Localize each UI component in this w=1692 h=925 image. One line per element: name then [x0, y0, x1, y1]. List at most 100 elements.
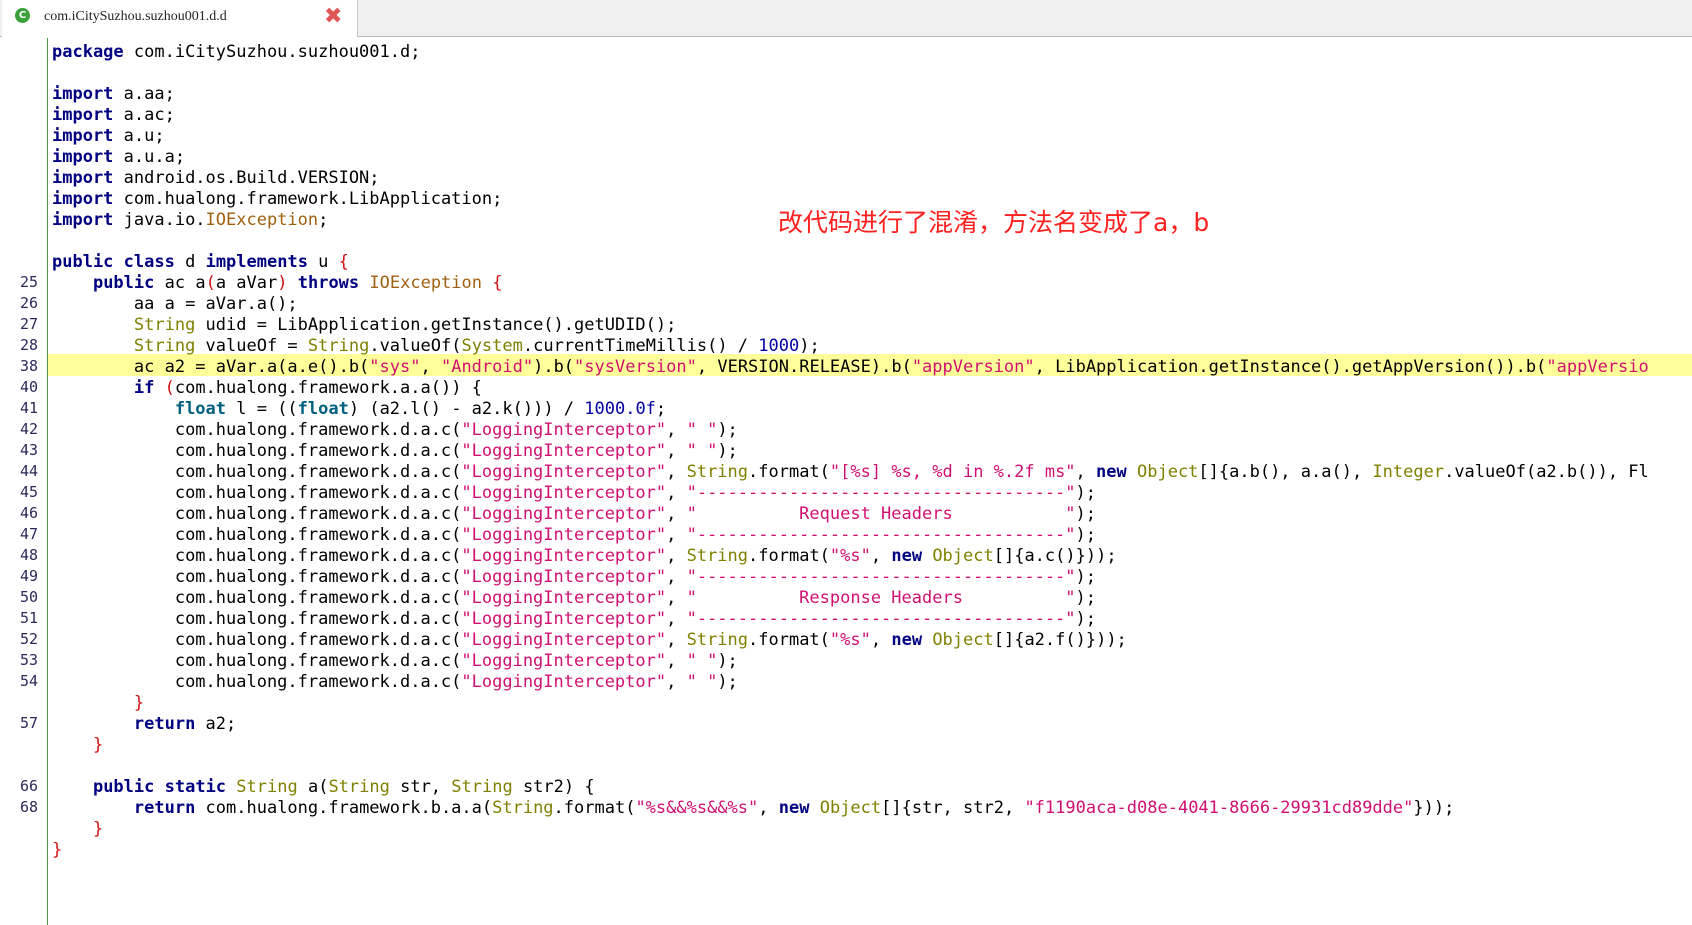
- code-text: com.hualong.framework.d.a.c(: [174, 588, 462, 608]
- line-number: 66: [19, 777, 38, 795]
- line-number: 52: [19, 630, 38, 648]
- close-icon[interactable]: ✖: [324, 4, 342, 29]
- code-text: , VERSION.RELEASE).b(: [696, 357, 912, 377]
- code-line-highlighted: ac a2 = aVar.a(a.e().b("sys", "Android")…: [133, 357, 1649, 377]
- string-literal: "appVersion": [911, 357, 1035, 377]
- string-literal: " Request Headers ": [686, 504, 1076, 524]
- type-name: Integer: [1372, 462, 1445, 482]
- string-literal: "LoggingInterceptor": [461, 504, 667, 524]
- line-number: 26: [19, 294, 38, 312]
- keyword: new: [1096, 462, 1127, 482]
- brace: }: [133, 693, 145, 713]
- code-text: ac a: [154, 273, 206, 293]
- keyword: return: [133, 714, 196, 734]
- code-line: com.hualong.framework.d.a.c("LoggingInte…: [174, 483, 1097, 503]
- string-literal: "LoggingInterceptor": [461, 630, 667, 650]
- string-literal: "LoggingInterceptor": [461, 672, 667, 692]
- code-editor[interactable]: 25 26 27 28 38 40 41 42 43 44 45 46 47 4…: [0, 38, 1692, 925]
- string-literal: "Android": [440, 357, 534, 377]
- code-line: import a.ac;: [52, 104, 1692, 126]
- code-text: }));: [1413, 798, 1455, 818]
- code-text: a.u.a;: [113, 147, 186, 167]
- code-text: a(: [297, 777, 329, 797]
- code-text: java.io.: [113, 210, 206, 230]
- code-line: public class d implements u {: [52, 251, 1692, 273]
- string-literal: "LoggingInterceptor": [461, 588, 667, 608]
- code-line: import android.os.Build.VERSION;: [52, 167, 1692, 189]
- code-line: String udid = LibApplication.getInstance…: [52, 314, 1692, 336]
- type-name: IOException: [205, 210, 319, 230]
- string-literal: "LoggingInterceptor": [461, 441, 667, 461]
- code-text: com.hualong.framework.d.a.c(: [174, 609, 462, 629]
- code-text: a.aa;: [113, 84, 175, 104]
- string-literal: "LoggingInterceptor": [461, 546, 667, 566]
- code-line: if (com.hualong.framework.a.a()) {: [133, 378, 482, 398]
- keyword: static: [164, 777, 227, 797]
- code-text: valueOf =: [195, 336, 308, 356]
- brace: {: [338, 252, 349, 272]
- code-line: com.hualong.framework.d.a.c("LoggingInte…: [174, 546, 1117, 566]
- type-name: System: [461, 336, 523, 356]
- code-line: aa a = aVar.a();: [52, 293, 1692, 315]
- line-number: 49: [19, 567, 38, 585]
- type-name: Object: [932, 630, 994, 650]
- code-line: com.hualong.framework.d.a.c("LoggingInte…: [174, 504, 1097, 524]
- code-line: com.hualong.framework.d.a.c("LoggingInte…: [174, 630, 1127, 650]
- code-text: str,: [389, 777, 452, 797]
- line-number: 40: [19, 378, 38, 396]
- keyword: public: [52, 252, 114, 272]
- line-number: 42: [19, 420, 38, 438]
- code-text: com.hualong.framework.d.a.c(: [174, 672, 462, 692]
- keyword: import: [52, 210, 114, 230]
- keyword: public: [92, 273, 155, 293]
- code-line: import a.aa;: [52, 83, 1692, 105]
- editor-tab-active[interactable]: C com.iCitySuzhou.suzhou001.d.d ✖: [2, 0, 358, 37]
- code-text: com.hualong.framework.d.a.c(: [174, 567, 462, 587]
- string-literal: "LoggingInterceptor": [461, 420, 667, 440]
- code-line: }: [52, 692, 1692, 714]
- string-literal: " ": [686, 672, 718, 692]
- keyword: import: [52, 147, 114, 167]
- number-literal: 1000.0f: [584, 399, 656, 419]
- string-literal: "LoggingInterceptor": [461, 483, 667, 503]
- line-number: 53: [19, 651, 38, 669]
- string-literal: "%s": [829, 546, 871, 566]
- keyword: public: [92, 777, 155, 797]
- code-text: []{a2.f()}));: [993, 630, 1127, 650]
- code-line: com.hualong.framework.d.a.c("LoggingInte…: [174, 525, 1097, 545]
- line-number: 50: [19, 588, 38, 606]
- type-name: String: [686, 630, 749, 650]
- code-line: return a2;: [52, 713, 1692, 735]
- type-name: String: [492, 798, 554, 818]
- string-literal: "LoggingInterceptor": [461, 651, 667, 671]
- string-literal: " ": [686, 651, 718, 671]
- line-number-gutter: 25 26 27 28 38 40 41 42 43 44 45 46 47 4…: [0, 38, 48, 925]
- type-name: String: [686, 462, 749, 482]
- string-literal: "------------------------------------": [686, 483, 1076, 503]
- code-line: import a.u;: [52, 125, 1692, 147]
- code-line: public ac a(a aVar) throws IOException {: [92, 273, 503, 293]
- class-file-icon: C: [15, 8, 30, 23]
- type-name: Object: [1137, 462, 1199, 482]
- code-line: }: [52, 818, 1692, 840]
- line-number: 54: [19, 672, 38, 690]
- keyword: new: [891, 630, 923, 650]
- brace: }: [92, 735, 104, 755]
- code-text: a.u;: [113, 126, 165, 146]
- code-line: com.hualong.framework.d.a.c("LoggingInte…: [174, 609, 1097, 629]
- code-line: String valueOf = String.valueOf(System.c…: [133, 336, 820, 356]
- code-text: com.hualong.framework.d.a.c(: [174, 630, 462, 650]
- string-literal: "LoggingInterceptor": [461, 609, 667, 629]
- code-text: str2) {: [512, 777, 595, 797]
- type-name: String: [133, 336, 196, 356]
- keyword: implements: [205, 252, 308, 272]
- code-line: public static String a(String str, Strin…: [52, 776, 1692, 798]
- keyword: import: [52, 126, 114, 146]
- string-literal: "LoggingInterceptor": [461, 525, 667, 545]
- code-text: []{a.c()}));: [993, 546, 1117, 566]
- line-number: 47: [19, 525, 38, 543]
- code-text: com.hualong.framework.d.a.c(: [174, 462, 462, 482]
- code-text: com.hualong.framework.a.a()) {: [174, 378, 482, 398]
- code-text: com.hualong.framework.d.a.c(: [174, 420, 462, 440]
- editor-tab-bar: C com.iCitySuzhou.suzhou001.d.d ✖: [0, 0, 1692, 37]
